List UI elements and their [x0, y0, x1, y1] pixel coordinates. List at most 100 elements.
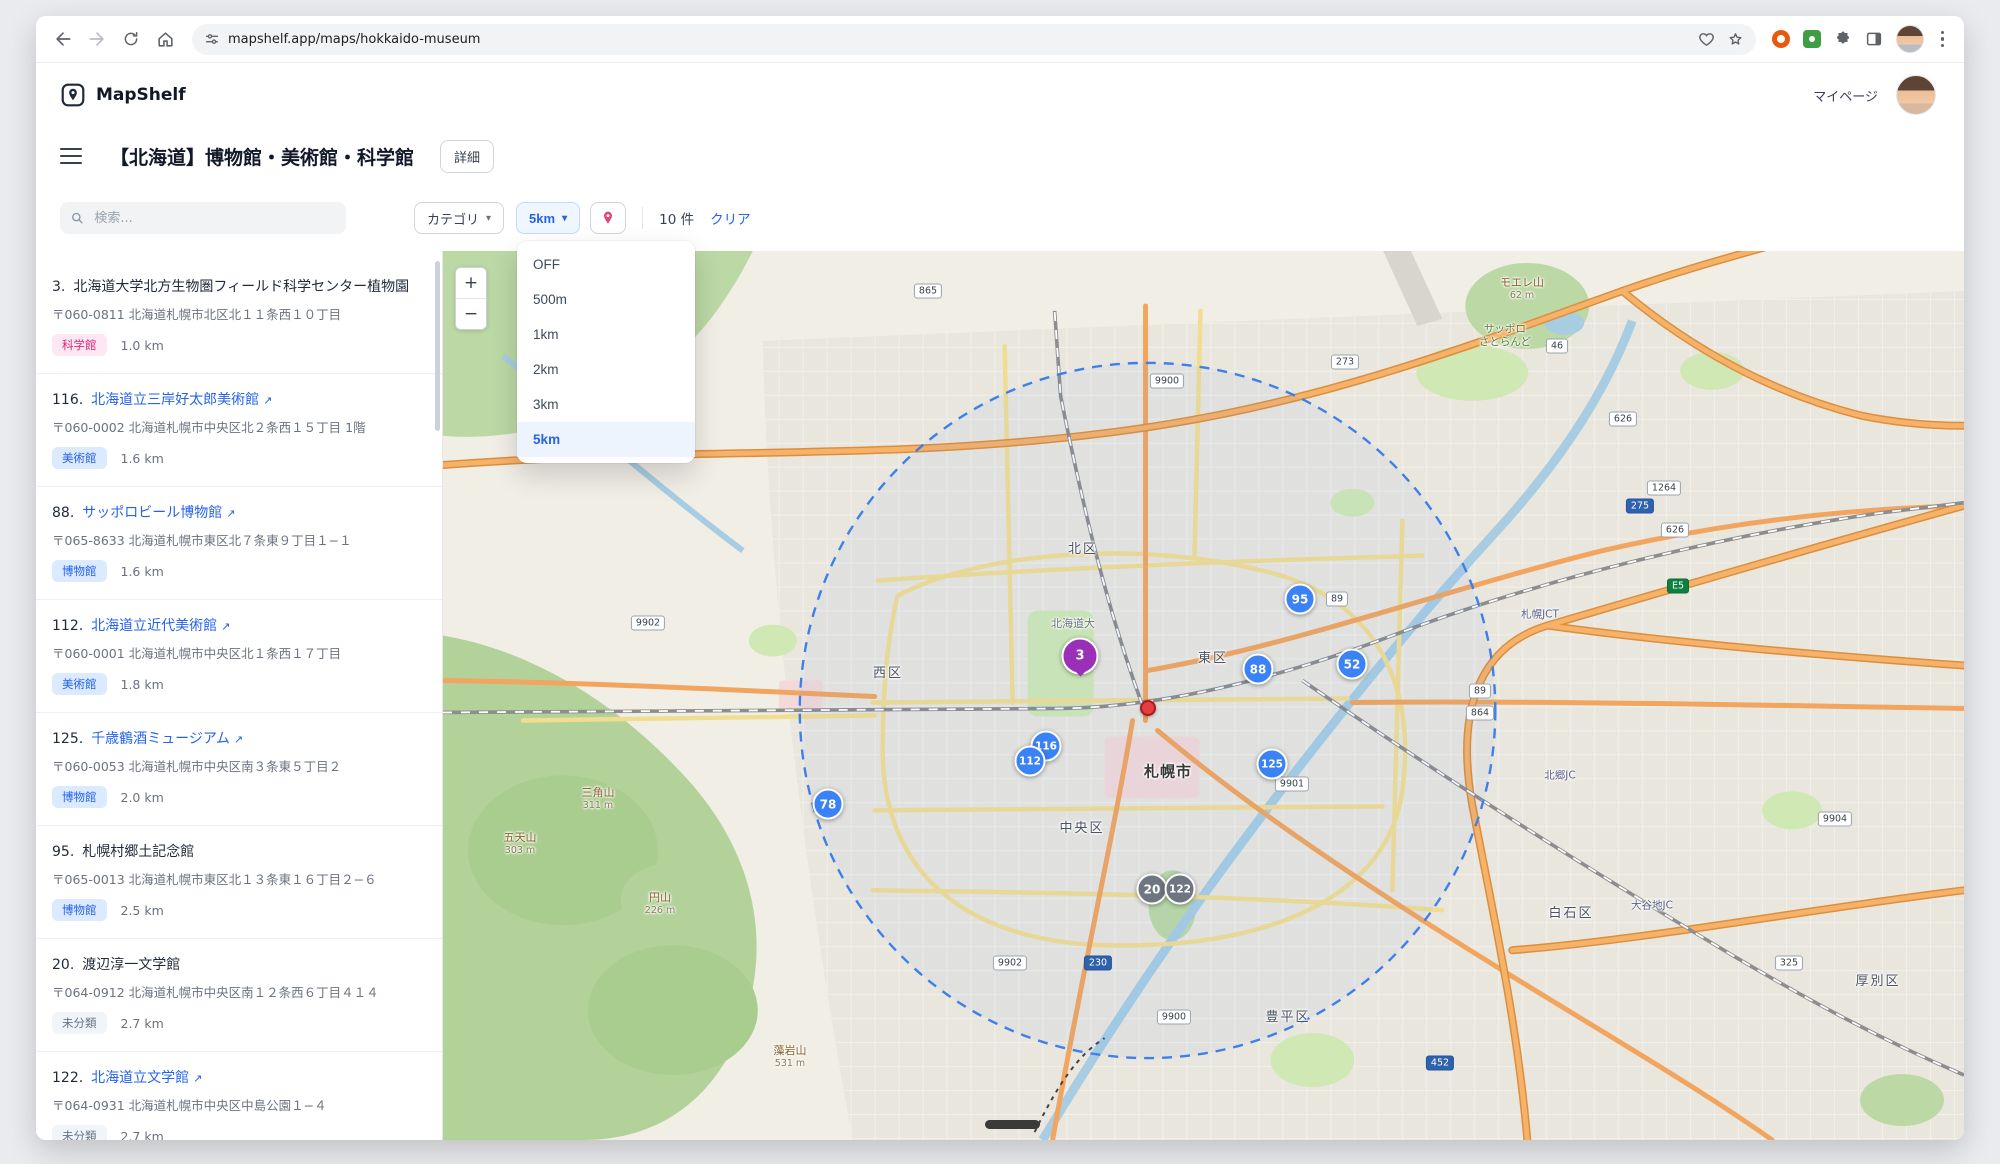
list-item-index: 3.	[52, 279, 65, 295]
list-item[interactable]: 88.サッポロビール博物館↗ 〒065-8633 北海道札幌市東区北７条東９丁目…	[36, 487, 442, 600]
search-icon	[70, 210, 84, 226]
app-header: MapShelf マイページ	[36, 63, 1964, 127]
forward-button[interactable]	[80, 22, 114, 56]
radius-option[interactable]: 2km	[517, 352, 695, 387]
chevron-down-icon: ▾	[562, 213, 567, 224]
app-logo[interactable]: MapShelf	[60, 82, 186, 108]
list-item-title: 122.北海道立文学館↗	[52, 1067, 422, 1087]
list-item-address: 〒064-0931 北海道札幌市中央区中島公園１−４	[52, 1095, 422, 1114]
radius-option[interactable]: 5km	[517, 422, 695, 457]
result-list: 3. 北海道大学北方生物圏フィールド科学センター植物園 〒060-0811 北海道…	[36, 251, 443, 1140]
list-item[interactable]: 3. 北海道大学北方生物圏フィールド科学センター植物園 〒060-0811 北海道…	[36, 261, 442, 374]
detail-button[interactable]: 詳細	[440, 140, 494, 173]
radius-option[interactable]: 1km	[517, 317, 695, 352]
distance-label: 2.7 km	[121, 1016, 164, 1031]
map-marker[interactable]: 95	[1285, 584, 1316, 615]
map-marker[interactable]: 3	[1062, 638, 1099, 675]
search-center-pin	[1140, 700, 1156, 716]
list-item-address: 〒060-0053 北海道札幌市中央区南３条東５丁目２	[52, 756, 422, 775]
radius-dropdown-panel: OFF500m1km2km3km5km	[517, 241, 695, 463]
home-button[interactable]	[148, 22, 182, 56]
user-avatar[interactable]	[1896, 75, 1936, 115]
category-badge: 博物館	[52, 786, 107, 808]
result-count: 10 件	[659, 208, 694, 228]
list-item-title: 116.北海道立三岸好太郎美術館↗	[52, 389, 422, 409]
list-item[interactable]: 20.渡辺淳一文学館 〒064-0912 北海道札幌市中央区南１２条西６丁目４１…	[36, 939, 442, 1052]
radius-option[interactable]: 3km	[517, 387, 695, 422]
browser-profile-avatar[interactable]	[1896, 25, 1924, 53]
list-item-name: 北海道大学北方生物圏フィールド科学センター植物園	[73, 279, 409, 295]
radius-option[interactable]: OFF	[517, 247, 695, 282]
sidebar-scrollbar[interactable]	[435, 261, 440, 431]
category-badge: 博物館	[52, 899, 107, 921]
extension-orange-icon[interactable]	[1772, 30, 1790, 48]
search-input[interactable]	[92, 210, 336, 227]
list-item-name[interactable]: 北海道立文学館	[91, 1070, 189, 1086]
hamburger-menu-button[interactable]	[60, 148, 82, 165]
category-badge: 未分類	[52, 1012, 107, 1034]
site-info-icon[interactable]	[204, 31, 220, 47]
list-item-name[interactable]: 千歳鶴酒ミュージアム	[91, 731, 230, 747]
url-bar[interactable]: mapshelf.app/maps/hokkaido-museum	[192, 24, 1756, 55]
category-badge: 未分類	[52, 1125, 107, 1140]
external-link-icon: ↗	[226, 507, 235, 520]
list-item-title: 88.サッポロビール博物館↗	[52, 502, 422, 522]
list-item-title: 3. 北海道大学北方生物圏フィールド科学センター植物園	[52, 276, 422, 296]
list-item-address: 〒065-8633 北海道札幌市東区北７条東９丁目１−１	[52, 530, 422, 549]
list-item-name[interactable]: 北海道立近代美術館	[91, 618, 217, 634]
back-button[interactable]	[46, 22, 80, 56]
app-root: MapShelf マイページ 【北海道】博物館・美術館・科学館 詳細 カテゴリ …	[36, 63, 1964, 1140]
url-text: mapshelf.app/maps/hokkaido-museum	[228, 32, 1698, 47]
clear-button[interactable]: クリア	[710, 208, 751, 228]
list-item-index: 125.	[52, 731, 83, 747]
list-item-address: 〒060-0811 北海道札幌市北区北１１条西１０丁目	[52, 304, 422, 323]
map-marker[interactable]: 122	[1165, 874, 1196, 905]
list-item-address: 〒065-0013 北海道札幌市東区北１３条東１６丁目２−６	[52, 869, 422, 888]
list-item-name[interactable]: サッポロビール博物館	[82, 505, 222, 521]
browser-window: mapshelf.app/maps/hokkaido-museum	[36, 16, 1964, 1140]
distance-label: 2.0 km	[121, 790, 164, 805]
map-marker[interactable]: 20	[1137, 874, 1168, 905]
category-dropdown[interactable]: カテゴリ ▾	[414, 202, 504, 234]
list-item-name: 札幌村郷土記念館	[82, 844, 194, 860]
category-badge: 美術館	[52, 447, 107, 469]
list-item[interactable]: 112.北海道立近代美術館↗ 〒060-0001 北海道札幌市中央区北１条西１７…	[36, 600, 442, 713]
extensions-puzzle-icon[interactable]	[1834, 30, 1852, 48]
category-badge: 科学館	[52, 334, 107, 356]
list-item-name[interactable]: 北海道立三岸好太郎美術館	[91, 392, 259, 408]
map-marker[interactable]: 112	[1015, 746, 1046, 777]
heart-icon[interactable]	[1698, 31, 1715, 48]
radius-option[interactable]: 500m	[517, 282, 695, 317]
search-box	[60, 202, 346, 234]
zoom-in-button[interactable]: +	[456, 268, 486, 298]
map-scale-bar	[985, 1120, 1040, 1129]
map-marker[interactable]: 78	[813, 789, 844, 820]
map-marker[interactable]: 125	[1257, 749, 1288, 780]
category-badge: 博物館	[52, 560, 107, 582]
radius-dropdown[interactable]: 5km ▾ OFF500m1km2km3km5km	[516, 202, 580, 234]
list-item[interactable]: 122.北海道立文学館↗ 〒064-0931 北海道札幌市中央区中島公園１−４ …	[36, 1052, 442, 1140]
list-item[interactable]: 95.札幌村郷土記念館 〒065-0013 北海道札幌市東区北１３条東１６丁目２…	[36, 826, 442, 939]
list-item-name: 渡辺淳一文学館	[82, 957, 180, 973]
side-panel-icon[interactable]	[1865, 30, 1883, 48]
bookmark-star-icon[interactable]	[1727, 31, 1744, 48]
zoom-out-button[interactable]: −	[456, 298, 486, 329]
map-marker[interactable]: 52	[1337, 649, 1368, 680]
map-marker[interactable]: 88	[1243, 654, 1274, 685]
list-item[interactable]: 116.北海道立三岸好太郎美術館↗ 〒060-0002 北海道札幌市中央区北２条…	[36, 374, 442, 487]
content-area: 3. 北海道大学北方生物圏フィールド科学センター植物園 〒060-0811 北海道…	[36, 251, 1964, 1140]
category-badge: 美術館	[52, 673, 107, 695]
pin-filter-button[interactable]	[590, 202, 626, 234]
external-link-icon: ↗	[234, 733, 243, 746]
list-item[interactable]: 125. 千歳鶴酒ミュージアム ↗ 〒060-0053 北海道札幌市中央区南３条東５…	[36, 713, 442, 826]
extension-green-icon[interactable]	[1803, 30, 1821, 48]
map-pin-icon	[600, 210, 616, 226]
distance-label: 2.7 km	[121, 1129, 164, 1141]
browser-menu-button[interactable]	[1937, 27, 1949, 52]
list-item-address: 〒064-0912 北海道札幌市中央区南１２条西６丁目４１４	[52, 982, 422, 1001]
mypage-link[interactable]: マイページ	[1813, 86, 1878, 105]
browser-extensions-area	[1766, 25, 1955, 53]
reload-button[interactable]	[114, 22, 148, 56]
external-link-icon: ↗	[193, 1072, 202, 1085]
list-item-title: 20.渡辺淳一文学館	[52, 954, 422, 974]
